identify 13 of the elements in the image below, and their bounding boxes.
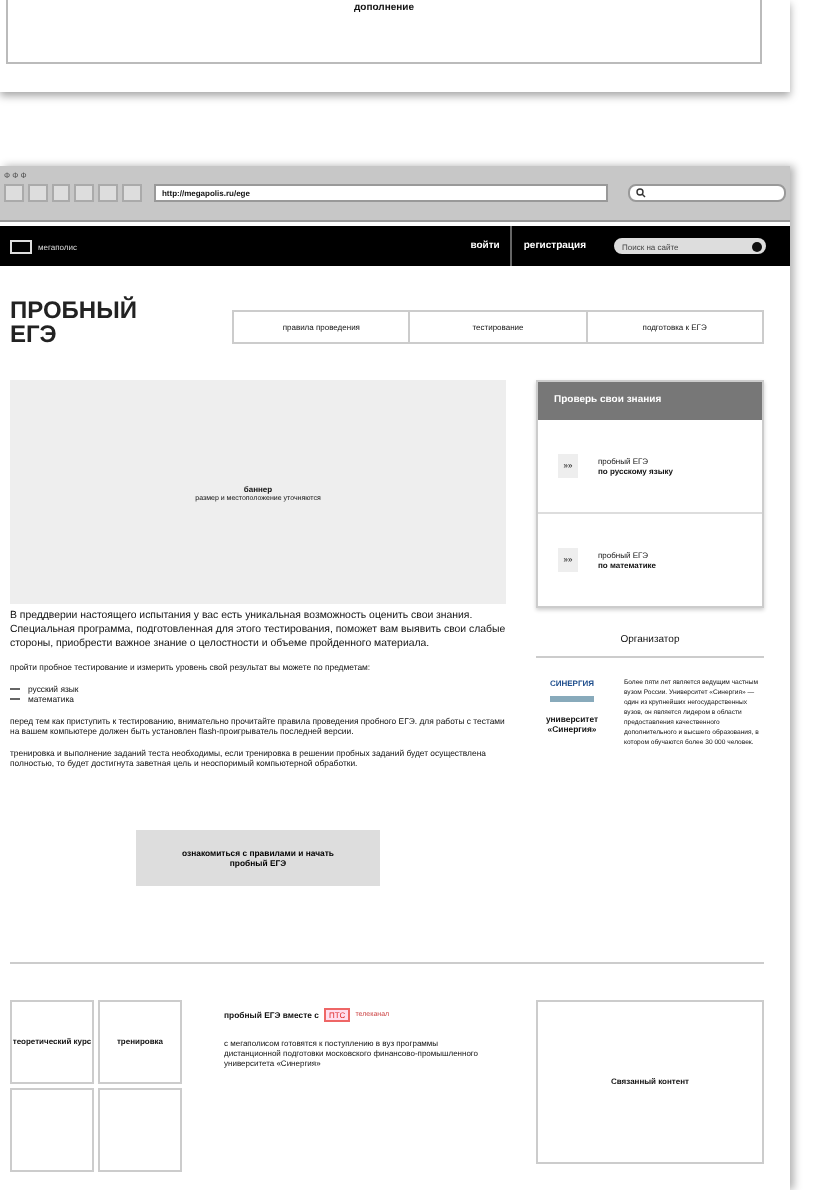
search-icon xyxy=(635,188,646,198)
toolbar-button[interactable] xyxy=(98,184,119,202)
tile-placeholder xyxy=(98,1087,182,1171)
page-title: ПРОБНЫЙ ЕГЭ xyxy=(10,298,139,346)
toolbar-button[interactable] xyxy=(4,184,24,202)
toolbar-button[interactable] xyxy=(27,184,48,202)
toolbar-button[interactable] xyxy=(122,184,142,202)
search-field[interactable] xyxy=(627,184,786,202)
toolbar-button[interactable] xyxy=(74,184,95,202)
dropdown-icon xyxy=(752,241,762,251)
tile-placeholder xyxy=(10,1087,94,1171)
toolbar-button[interactable] xyxy=(51,184,71,202)
logo-icon xyxy=(10,239,32,253)
